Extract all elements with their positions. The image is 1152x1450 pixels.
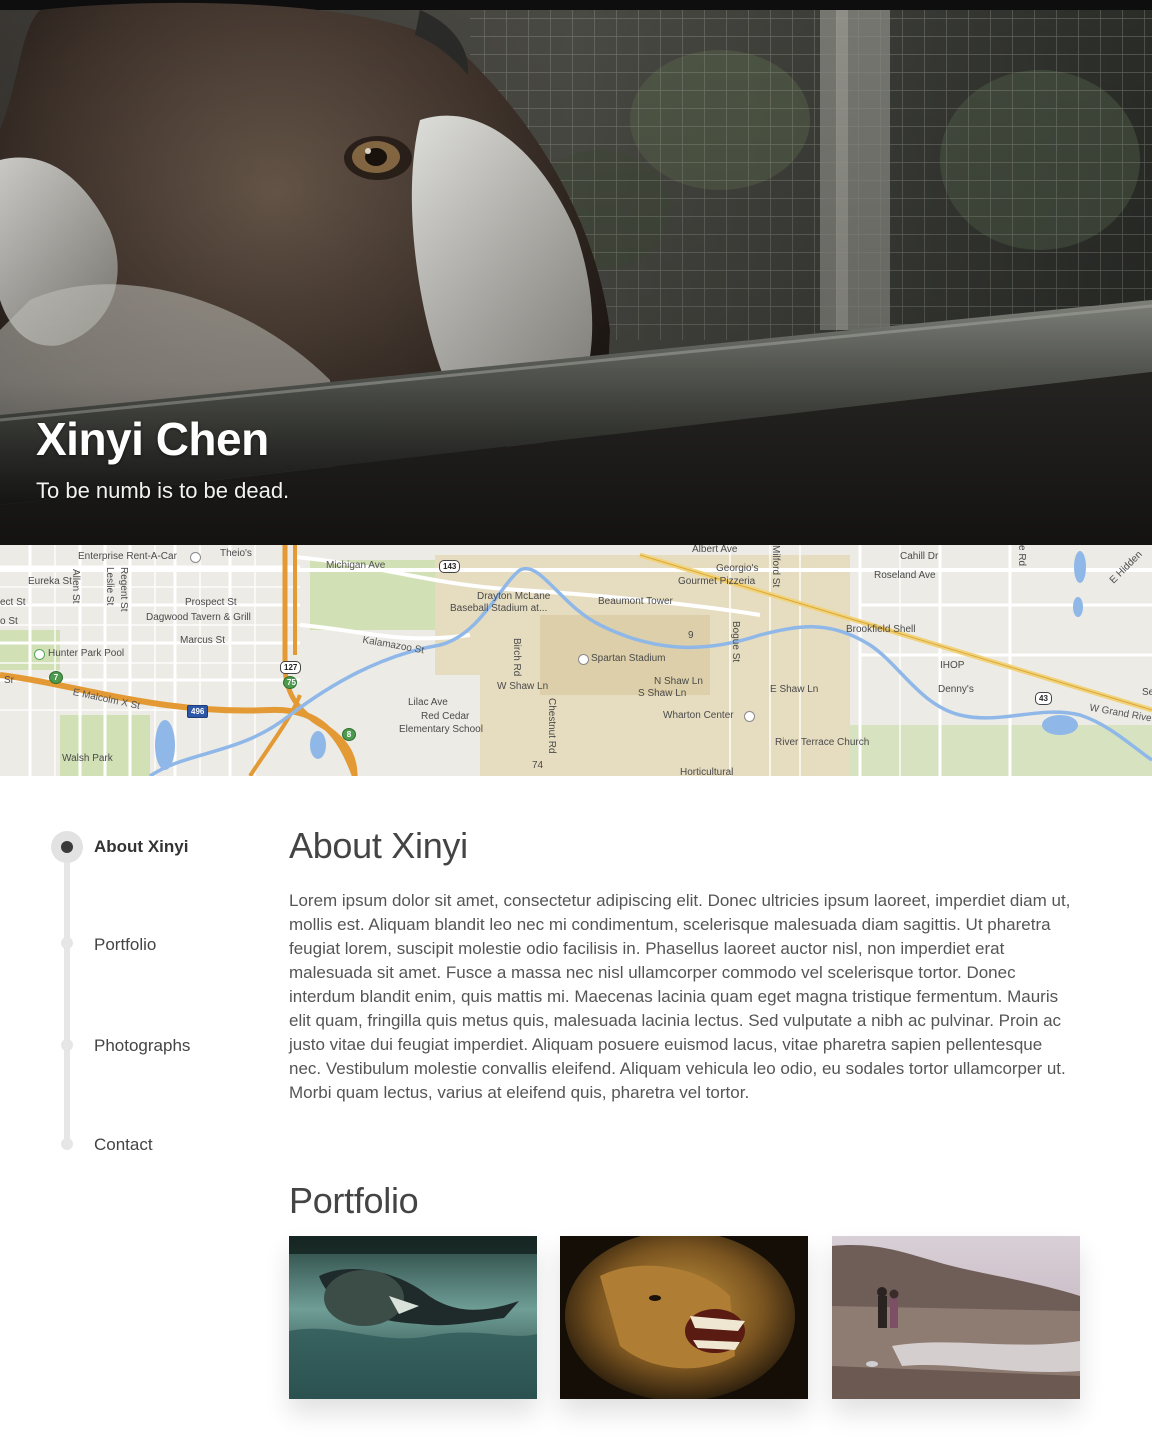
map-label: Chestnut Rd bbox=[546, 698, 557, 754]
portfolio-item[interactable] bbox=[832, 1236, 1080, 1399]
map-poi-icon bbox=[34, 649, 45, 660]
map-label: Denny's bbox=[938, 684, 974, 695]
map-label: E Shaw Ln bbox=[770, 684, 819, 695]
route-shield: 43 bbox=[1035, 692, 1052, 705]
hero-name: Xinyi Chen bbox=[36, 413, 269, 465]
route-shield: 143 bbox=[439, 560, 461, 573]
map-label: N Shaw Ln bbox=[654, 676, 703, 687]
map-label: Albert Ave bbox=[692, 545, 738, 555]
map-label: Lilac Ave bbox=[408, 697, 448, 708]
map-poi-icon bbox=[744, 711, 755, 722]
map-label: e Rd bbox=[1016, 545, 1027, 567]
map-label: Georgio's bbox=[716, 563, 759, 574]
map-label: Eureka St bbox=[28, 576, 72, 587]
map-label: Roseland Ave bbox=[874, 570, 936, 581]
portfolio-item[interactable] bbox=[560, 1236, 808, 1399]
map-label: Hunter Park Pool bbox=[48, 648, 125, 659]
nav-item-about[interactable]: About Xinyi bbox=[94, 837, 188, 857]
map-label: ect St bbox=[0, 597, 26, 608]
map-label: Michigan Ave bbox=[326, 560, 386, 571]
map-label: Elementary School bbox=[399, 724, 483, 735]
portfolio-item[interactable] bbox=[289, 1236, 537, 1399]
map-label: Drayton McLane bbox=[477, 591, 551, 602]
active-section-dot-icon bbox=[51, 831, 83, 863]
map-label: S Shaw Ln bbox=[638, 688, 687, 699]
hero-banner: Xinyi Chen To be numb is to be dead. bbox=[0, 0, 1152, 545]
underwater-seal-photo-icon bbox=[289, 1236, 537, 1399]
about-body: Lorem ipsum dolor sit amet, consectetur … bbox=[289, 891, 1071, 1102]
map-label: Sr bbox=[4, 675, 14, 686]
portfolio-title: Portfolio bbox=[289, 1180, 419, 1221]
map-label: Horticultural bbox=[680, 767, 734, 777]
route-shield: 496 bbox=[187, 705, 209, 718]
hero-tagline: To be numb is to be dead. bbox=[36, 478, 290, 503]
map-label: Milford St bbox=[770, 545, 781, 588]
route-shield: 127 bbox=[280, 661, 302, 674]
map-label: IHOP bbox=[940, 660, 965, 671]
route-shield: 8 bbox=[342, 728, 356, 741]
nav-item-portfolio[interactable]: Portfolio bbox=[94, 935, 156, 955]
map-label: Beaumont Tower bbox=[598, 596, 673, 607]
map-label: W Shaw Ln bbox=[497, 681, 549, 692]
map-label: Theio's bbox=[220, 548, 252, 559]
section-dot-icon bbox=[61, 1039, 73, 1051]
timeline-line bbox=[64, 847, 70, 1145]
location-map[interactable]: Enterprise Rent-A-Car Theio's Michigan A… bbox=[0, 545, 1152, 776]
map-label: Se bbox=[1142, 687, 1152, 698]
map-label: Cahill Dr bbox=[900, 551, 939, 562]
route-shield: 7 bbox=[49, 671, 63, 684]
map-poi-icon bbox=[190, 552, 201, 563]
map-label: Wharton Center bbox=[663, 710, 734, 721]
about-title: About Xinyi bbox=[289, 825, 468, 866]
map-poi-icon bbox=[578, 654, 589, 665]
map-label: Red Cedar bbox=[421, 711, 470, 722]
map-label: Regent St bbox=[118, 567, 129, 612]
map-label: 9 bbox=[688, 630, 694, 641]
map-tiles-icon bbox=[0, 545, 1152, 776]
map-label: Spartan Stadium bbox=[591, 653, 666, 664]
map-label: Prospect St bbox=[185, 597, 237, 608]
map-label: Walsh Park bbox=[62, 753, 113, 764]
map-label: Enterprise Rent-A-Car bbox=[78, 551, 177, 562]
map-label: Birch Rd bbox=[511, 638, 522, 677]
map-label: River Terrace Church bbox=[775, 737, 870, 748]
route-shield: 75 bbox=[283, 676, 297, 689]
nav-item-contact[interactable]: Contact bbox=[94, 1135, 153, 1155]
section-dot-icon bbox=[61, 1138, 73, 1150]
map-label: Marcus St bbox=[180, 635, 226, 646]
map-label: Allen St bbox=[70, 569, 81, 604]
map-label: Brookfield Shell bbox=[846, 624, 916, 635]
map-label: o St bbox=[0, 616, 18, 627]
nav-item-photographs[interactable]: Photographs bbox=[94, 1036, 190, 1056]
roaring-lion-photo-icon bbox=[560, 1236, 808, 1399]
map-label: Gourmet Pizzeria bbox=[678, 576, 756, 587]
map-label: Baseball Stadium at... bbox=[450, 603, 548, 614]
map-label: Leslie St bbox=[104, 567, 115, 606]
map-label: 74 bbox=[532, 760, 544, 771]
section-dot-icon bbox=[61, 937, 73, 949]
beach-couple-photo-icon bbox=[832, 1236, 1080, 1399]
map-label: Dagwood Tavern & Grill bbox=[146, 612, 251, 623]
map-label: Bogue St bbox=[730, 621, 741, 663]
